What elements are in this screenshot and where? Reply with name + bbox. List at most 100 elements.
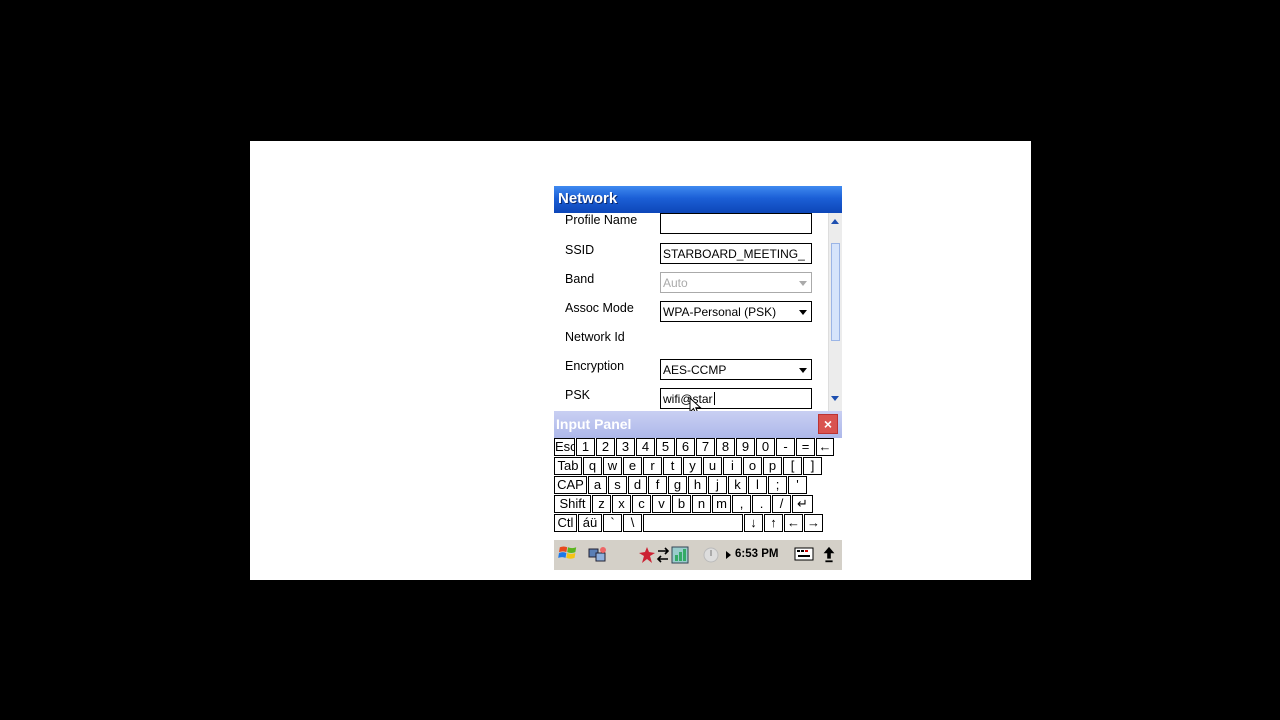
keyboard-row: Esc 1 2 3 4 5 6 7 8 9 0- = ← xyxy=(554,438,835,457)
psk-value: wifi@star xyxy=(663,392,713,406)
backspace-key[interactable]: ← xyxy=(816,438,834,456)
arrow-right-key[interactable]: → xyxy=(804,514,823,532)
key-q[interactable]: q xyxy=(583,457,602,475)
key-f[interactable]: f xyxy=(648,476,667,494)
band-label: Band xyxy=(565,272,595,286)
key-sym3-10[interactable]: / xyxy=(772,495,791,513)
chevron-down-icon xyxy=(799,368,807,373)
key-t[interactable]: t xyxy=(663,457,682,475)
key-sym4-3[interactable]: \ xyxy=(623,514,642,532)
key-d[interactable]: d xyxy=(628,476,647,494)
up-arrow-icon[interactable] xyxy=(822,546,836,564)
security-icon[interactable] xyxy=(638,546,656,564)
soft-keyboard: Esc 1 2 3 4 5 6 7 8 9 0- = ← Tab q w e r t y u i o p[] CAP a s d f g h… xyxy=(554,438,842,538)
key-b[interactable]: b xyxy=(672,495,691,513)
ssid-field[interactable]: STARBOARD_MEETING_ xyxy=(660,243,812,264)
key-e[interactable]: e xyxy=(623,457,642,475)
key-r[interactable]: r xyxy=(643,457,662,475)
key-n[interactable]: n xyxy=(692,495,711,513)
keyboard-row: Ctl áü ` \ ↓ ↑ ← → xyxy=(554,514,824,533)
key-8[interactable]: 8 xyxy=(716,438,735,456)
key-v[interactable]: v xyxy=(652,495,671,513)
key-i[interactable]: i xyxy=(723,457,742,475)
band-dropdown: Auto xyxy=(660,272,812,293)
key-sym0-11[interactable]: - xyxy=(776,438,795,456)
network-id-label: Network Id xyxy=(565,330,625,344)
key-sym2-10[interactable]: ; xyxy=(768,476,787,494)
key-a[interactable]: a xyxy=(588,476,607,494)
key-u[interactable]: u xyxy=(703,457,722,475)
key-p[interactable]: p xyxy=(763,457,782,475)
key-4[interactable]: 4 xyxy=(636,438,655,456)
key-sym1-11[interactable]: [ xyxy=(783,457,802,475)
enter-key[interactable]: ↵ xyxy=(792,495,813,513)
key-k[interactable]: k xyxy=(728,476,747,494)
close-button[interactable]: × xyxy=(818,414,838,434)
key-z[interactable]: z xyxy=(592,495,611,513)
key-j[interactable]: j xyxy=(708,476,727,494)
encryption-dropdown[interactable]: AES-CCMP xyxy=(660,359,812,380)
key-s[interactable]: s xyxy=(608,476,627,494)
key-sym0-12[interactable]: = xyxy=(796,438,815,456)
key-h[interactable]: h xyxy=(688,476,707,494)
arrow-down-key[interactable]: ↓ xyxy=(744,514,763,532)
ssid-label: SSID xyxy=(565,243,595,257)
space-key[interactable] xyxy=(643,514,743,532)
key-g[interactable]: g xyxy=(668,476,687,494)
chevron-down-icon xyxy=(799,310,807,315)
band-value: Auto xyxy=(663,276,688,290)
signal-icon[interactable] xyxy=(671,546,689,564)
input-panel-title: Input Panel xyxy=(556,416,632,432)
arrow-left-key[interactable]: ← xyxy=(784,514,803,532)
keyboard-icon[interactable] xyxy=(794,546,814,564)
key-1[interactable]: 1 xyxy=(576,438,595,456)
key-3[interactable]: 3 xyxy=(616,438,635,456)
battery-icon[interactable] xyxy=(702,546,720,564)
key-m[interactable]: m xyxy=(712,495,731,513)
key-6[interactable]: 6 xyxy=(676,438,695,456)
key-o[interactable]: o xyxy=(743,457,762,475)
keyboard-row: Shift z x c v b n m,. / ↵ xyxy=(554,495,814,514)
key-w[interactable]: w xyxy=(603,457,622,475)
clock[interactable]: 6:53 PM xyxy=(735,548,778,560)
key-cap[interactable]: CAP xyxy=(554,476,587,494)
assoc-mode-dropdown[interactable]: WPA-Personal (PSK) xyxy=(660,301,812,322)
key-sym2-11[interactable]: ' xyxy=(788,476,807,494)
connection-icon[interactable] xyxy=(588,546,608,564)
psk-text: wifi@star xyxy=(663,392,809,406)
psk-label: PSK xyxy=(565,388,591,402)
key-sym1-12[interactable]: ] xyxy=(803,457,822,475)
key-0[interactable]: 0 xyxy=(756,438,775,456)
scroll-up-icon[interactable] xyxy=(831,219,839,224)
key-x[interactable]: x xyxy=(612,495,631,513)
profile-name-field[interactable] xyxy=(660,213,812,234)
key-sym3-9[interactable]: . xyxy=(752,495,771,513)
key-tab[interactable]: Tab xyxy=(554,457,582,475)
scroll-down-icon[interactable] xyxy=(831,396,839,401)
network-status-icon[interactable] xyxy=(656,546,670,564)
keyboard-row: Tab q w e r t y u i o p[] xyxy=(554,457,823,476)
key-l[interactable]: l xyxy=(748,476,767,494)
key-5[interactable]: 5 xyxy=(656,438,675,456)
scroll-thumb[interactable] xyxy=(831,243,840,341)
key-9[interactable]: 9 xyxy=(736,438,755,456)
key-c[interactable]: c xyxy=(632,495,651,513)
encryption-value: AES-CCMP xyxy=(663,363,727,377)
key-ctl[interactable]: Ctl xyxy=(554,514,577,532)
arrow-up-key[interactable]: ↑ xyxy=(764,514,783,532)
window-title-bar: Network xyxy=(554,186,842,213)
assoc-mode-value: WPA-Personal (PSK) xyxy=(663,305,777,319)
key-shift[interactable]: Shift xyxy=(554,495,591,513)
key-sym3-8[interactable]: , xyxy=(732,495,751,513)
key-esc[interactable]: Esc xyxy=(554,438,575,456)
vertical-scrollbar[interactable] xyxy=(828,213,842,411)
notification-arrow-icon[interactable] xyxy=(726,551,731,559)
psk-input[interactable]: wifi@star xyxy=(660,388,812,409)
key-y[interactable]: y xyxy=(683,457,702,475)
key-sym4-2[interactable]: ` xyxy=(603,514,622,532)
key-2[interactable]: 2 xyxy=(596,438,615,456)
text-caret xyxy=(713,392,715,405)
key-7[interactable]: 7 xyxy=(696,438,715,456)
key-sym4-1[interactable]: áü xyxy=(578,514,602,532)
start-icon[interactable] xyxy=(556,544,580,562)
